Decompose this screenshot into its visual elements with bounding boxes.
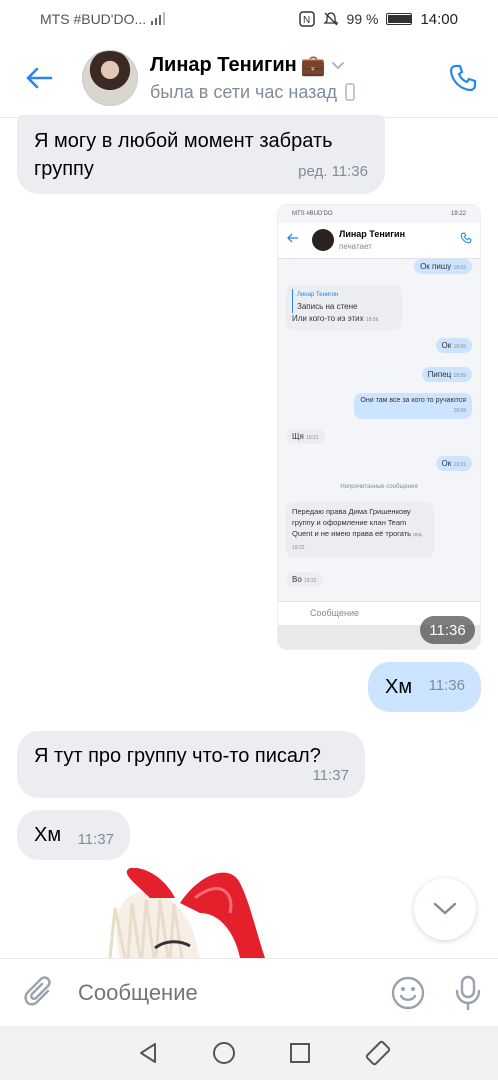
message-incoming[interactable]: Я могу в любой момент забрать группу ред…	[17, 115, 385, 194]
message-incoming[interactable]: Я тут про группу что-то писал? 11:37	[17, 731, 365, 798]
briefcase-emoji: 💼	[300, 54, 326, 77]
embedded-msg: Передаю права Дима Гришенкову группу и о…	[286, 502, 434, 558]
message-text: Хм	[34, 824, 62, 846]
message-composer	[0, 958, 498, 1026]
last-seen: была в сети час назад	[150, 81, 337, 102]
embedded-status: MTS #BUD'DO	[292, 211, 333, 217]
back-button[interactable]	[0, 38, 78, 117]
embedded-msg: Ок пишу 18:53	[414, 259, 472, 274]
message-input[interactable]	[78, 979, 378, 1006]
sticker[interactable]	[80, 868, 280, 958]
embedded-msg: Линар Тенигин Запись на стене Или кого-т…	[286, 285, 402, 330]
chat-header: Линар Тенигин 💼 была в сети час назад	[0, 38, 498, 118]
battery-icon	[386, 13, 413, 25]
embedded-name: Линар Тенигин	[339, 229, 406, 239]
message-time: ред. 11:36	[298, 163, 368, 180]
chevron-down-icon	[331, 62, 344, 70]
attached-screenshot[interactable]: MTS #BUD'DO 19:22 Линар Тенигин печатает…	[277, 204, 481, 650]
status-carrier: MTS #BUD'DO...	[40, 11, 299, 27]
embedded-msg: Они там все за кого то ручаются 18:59	[354, 393, 472, 419]
signal-icon	[151, 12, 166, 25]
mute-icon	[322, 12, 339, 26]
embedded-msg: Ок 18:55	[435, 338, 472, 353]
back-arrow-icon	[26, 67, 53, 88]
clock: 14:00	[420, 10, 458, 28]
emoji-button[interactable]	[378, 976, 438, 1010]
nav-home-icon[interactable]	[212, 1041, 236, 1065]
message-time: 11:37	[312, 767, 349, 784]
mobile-icon	[345, 83, 355, 101]
call-button[interactable]	[428, 63, 498, 93]
embedded-avatar	[312, 229, 334, 251]
embedded-typing: печатает	[339, 242, 372, 251]
smile-icon	[391, 976, 425, 1009]
system-nav-bar	[0, 1026, 498, 1080]
phone-icon	[449, 64, 477, 91]
rotate-icon[interactable]	[364, 1039, 392, 1067]
peer-name: Линар Тенигин	[150, 53, 297, 76]
embedded-msg: Пипец 18:59	[421, 367, 472, 382]
message-text: Я тут про группу что-то писал?	[34, 745, 321, 767]
battery-percent: 99 %	[346, 11, 379, 27]
embedded-phone-icon	[460, 232, 472, 244]
message-incoming[interactable]: Хм 11:37	[17, 810, 130, 860]
sticker-image	[108, 868, 265, 958]
nav-recents-icon[interactable]	[289, 1042, 311, 1064]
chevron-down-icon	[433, 902, 457, 915]
embedded-msg: Во 19:22	[286, 572, 323, 587]
voice-button[interactable]	[438, 975, 498, 1011]
microphone-icon	[455, 975, 481, 1010]
screenshot-time: 11:36	[420, 616, 475, 644]
nfc-icon: N	[298, 11, 315, 27]
nav-back-icon[interactable]	[137, 1041, 159, 1065]
embedded-divider: Непрочитанные сообщения	[340, 484, 418, 490]
scroll-down-button[interactable]	[414, 878, 476, 940]
message-outgoing[interactable]: Хм 11:36	[368, 662, 481, 712]
message-text: Хм	[385, 676, 413, 698]
paperclip-icon	[24, 975, 51, 1005]
message-time: 11:36	[428, 677, 465, 694]
svg-text:N: N	[303, 15, 310, 26]
status-bar: MTS #BUD'DO... N 99 % 14:00	[0, 0, 498, 38]
peer-info[interactable]: Линар Тенигин 💼 была в сети час назад	[150, 53, 428, 103]
avatar[interactable]	[82, 49, 138, 106]
attach-button[interactable]	[0, 975, 78, 1010]
embedded-back-icon	[287, 233, 298, 243]
embedded-composer: Сообщение	[310, 608, 359, 618]
embedded-msg: Ок 19:21	[435, 456, 472, 471]
message-time: 11:37	[77, 831, 114, 848]
message-text: Я могу в любой момент забрать группу	[34, 130, 333, 180]
embedded-msg: Щя 19:21	[286, 429, 325, 444]
